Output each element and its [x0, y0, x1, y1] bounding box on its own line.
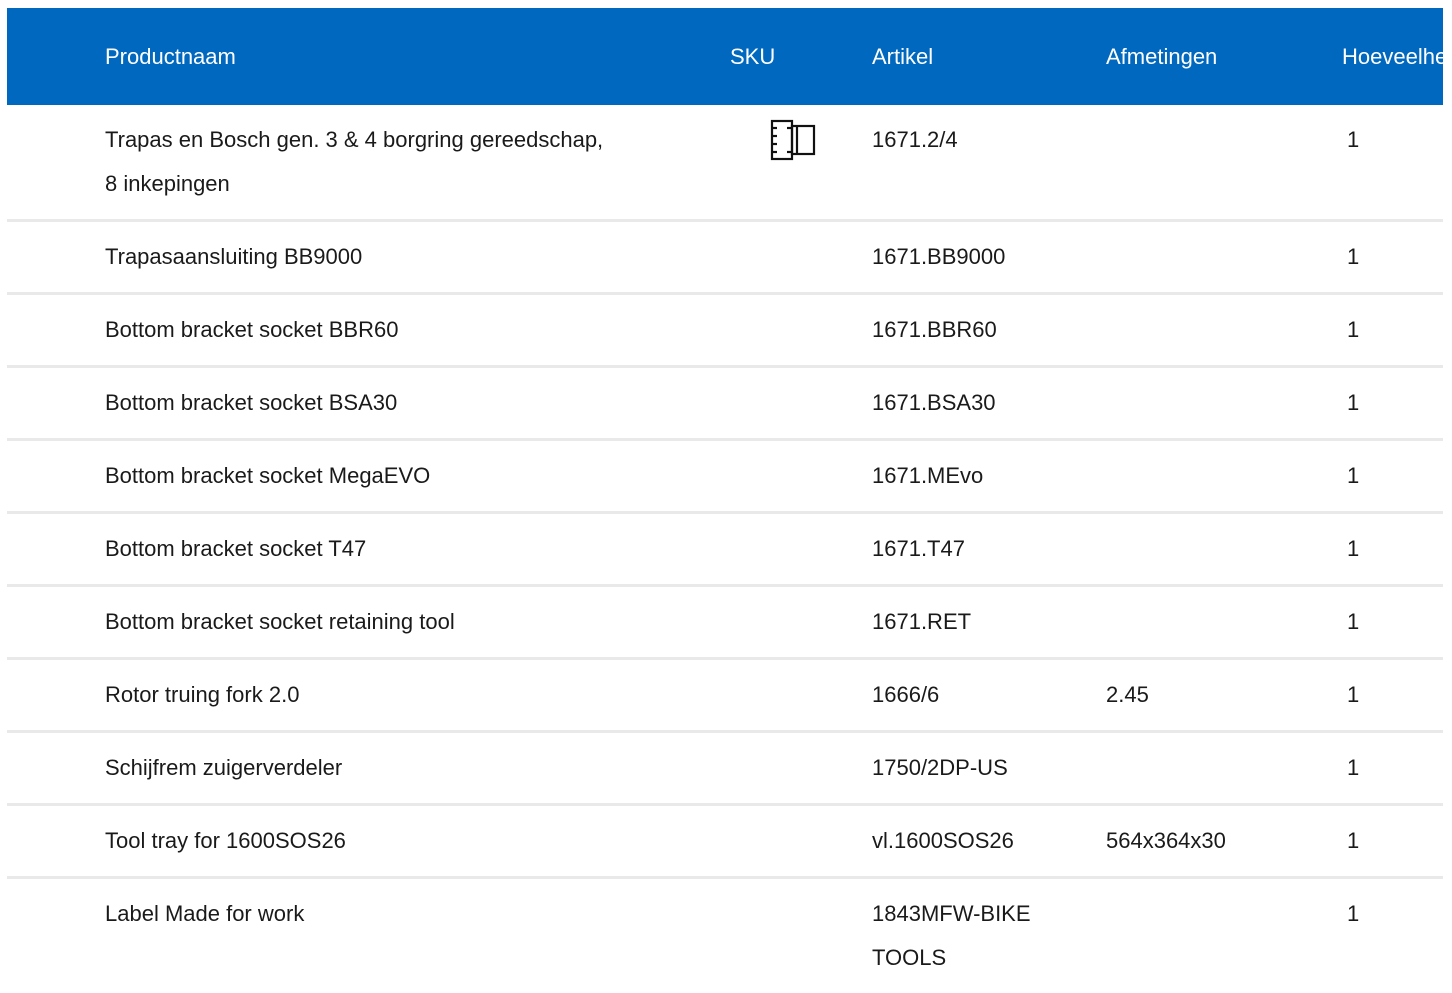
quantity-cell: 1 — [1342, 586, 1443, 659]
article-cell: 1671.BBR60 — [872, 294, 1106, 367]
product-name-cell: Bottom bracket socket T47 — [7, 513, 730, 586]
product-name-cell: Trapas en Bosch gen. 3 & 4 borgring gere… — [7, 105, 730, 221]
product-name-cell: Label Made for work — [7, 878, 730, 993]
quantity-cell: 1 — [1342, 221, 1443, 294]
sku-cell — [730, 805, 872, 878]
sku-cell — [730, 586, 872, 659]
sku-cell — [730, 221, 872, 294]
sku-cell — [730, 659, 872, 732]
table-row[interactable]: Schijfrem zuigerverdeler 1750/2DP-US 1 — [7, 732, 1443, 805]
dimensions-cell — [1106, 221, 1342, 294]
product-name-cell: Bottom bracket socket retaining tool — [7, 586, 730, 659]
dimensions-cell: 564x364x30 — [1106, 805, 1342, 878]
dimensions-cell — [1106, 367, 1342, 440]
dimensions-cell — [1106, 513, 1342, 586]
dimensions-cell — [1106, 878, 1342, 993]
product-name-cell: Bottom bracket socket MegaEVO — [7, 440, 730, 513]
dimensions-cell: 2.45 — [1106, 659, 1342, 732]
sku-cell — [730, 105, 872, 221]
sku-cell — [730, 732, 872, 805]
column-header-article[interactable]: Artikel — [872, 8, 1106, 105]
article-cell: 1666/6 — [872, 659, 1106, 732]
dimensions-cell — [1106, 586, 1342, 659]
table-header-row: Productnaam SKU Artikel Afmetingen Hoeve… — [7, 8, 1443, 105]
table-row[interactable]: Tool tray for 1600SOS26 vl.1600SOS26 564… — [7, 805, 1443, 878]
article-cell: 1671.RET — [872, 586, 1106, 659]
quantity-cell: 1 — [1342, 513, 1443, 586]
quantity-cell: 1 — [1342, 367, 1443, 440]
dimensions-cell — [1106, 105, 1342, 221]
table-row[interactable]: Trapasaansluiting BB9000 1671.BB9000 1 — [7, 221, 1443, 294]
table-row[interactable]: Trapas en Bosch gen. 3 & 4 borgring gere… — [7, 105, 1443, 221]
quantity-cell: 1 — [1342, 659, 1443, 732]
product-name-cell: Schijfrem zuigerverdeler — [7, 732, 730, 805]
sku-cell — [730, 294, 872, 367]
product-table-container: Productnaam SKU Artikel Afmetingen Hoeve… — [7, 8, 1443, 993]
product-table: Productnaam SKU Artikel Afmetingen Hoeve… — [7, 8, 1443, 993]
table-row[interactable]: Bottom bracket socket retaining tool 167… — [7, 586, 1443, 659]
article-cell: 1671.2/4 — [872, 105, 1106, 221]
article-cell: 1671.BSA30 — [872, 367, 1106, 440]
sku-cell — [730, 367, 872, 440]
article-cell: 1671.BB9000 — [872, 221, 1106, 294]
quantity-cell: 1 — [1342, 805, 1443, 878]
tool-socket-icon — [769, 118, 817, 162]
table-row[interactable]: Bottom bracket socket T47 1671.T47 1 — [7, 513, 1443, 586]
table-row[interactable]: Rotor truing fork 2.0 1666/6 2.45 1 — [7, 659, 1443, 732]
quantity-cell: 1 — [1342, 294, 1443, 367]
column-header-dimensions[interactable]: Afmetingen — [1106, 8, 1342, 105]
table-row[interactable]: Bottom bracket socket BBR60 1671.BBR60 1 — [7, 294, 1443, 367]
table-row[interactable]: Label Made for work 1843MFW-BIKE TOOLS 1 — [7, 878, 1443, 993]
product-name-cell: Trapasaansluiting BB9000 — [7, 221, 730, 294]
article-cell: 1671.MEvo — [872, 440, 1106, 513]
product-name-cell: Rotor truing fork 2.0 — [7, 659, 730, 732]
quantity-cell: 1 — [1342, 878, 1443, 993]
article-cell: 1750/2DP-US — [872, 732, 1106, 805]
article-cell: 1843MFW-BIKE TOOLS — [872, 878, 1106, 993]
quantity-cell: 1 — [1342, 732, 1443, 805]
product-name-cell: Bottom bracket socket BSA30 — [7, 367, 730, 440]
table-row[interactable]: Bottom bracket socket BSA30 1671.BSA30 1 — [7, 367, 1443, 440]
table-row[interactable]: Bottom bracket socket MegaEVO 1671.MEvo … — [7, 440, 1443, 513]
column-header-name[interactable]: Productnaam — [7, 8, 730, 105]
product-name-cell: Bottom bracket socket BBR60 — [7, 294, 730, 367]
sku-cell — [730, 513, 872, 586]
sku-cell — [730, 878, 872, 993]
dimensions-cell — [1106, 732, 1342, 805]
article-cell: vl.1600SOS26 — [872, 805, 1106, 878]
quantity-cell: 1 — [1342, 105, 1443, 221]
dimensions-cell — [1106, 294, 1342, 367]
sku-cell — [730, 440, 872, 513]
quantity-cell: 1 — [1342, 440, 1443, 513]
article-cell: 1671.T47 — [872, 513, 1106, 586]
column-header-quantity[interactable]: Hoeveelheid — [1342, 8, 1443, 105]
column-header-sku[interactable]: SKU — [730, 8, 872, 105]
dimensions-cell — [1106, 440, 1342, 513]
product-name-cell: Tool tray for 1600SOS26 — [7, 805, 730, 878]
